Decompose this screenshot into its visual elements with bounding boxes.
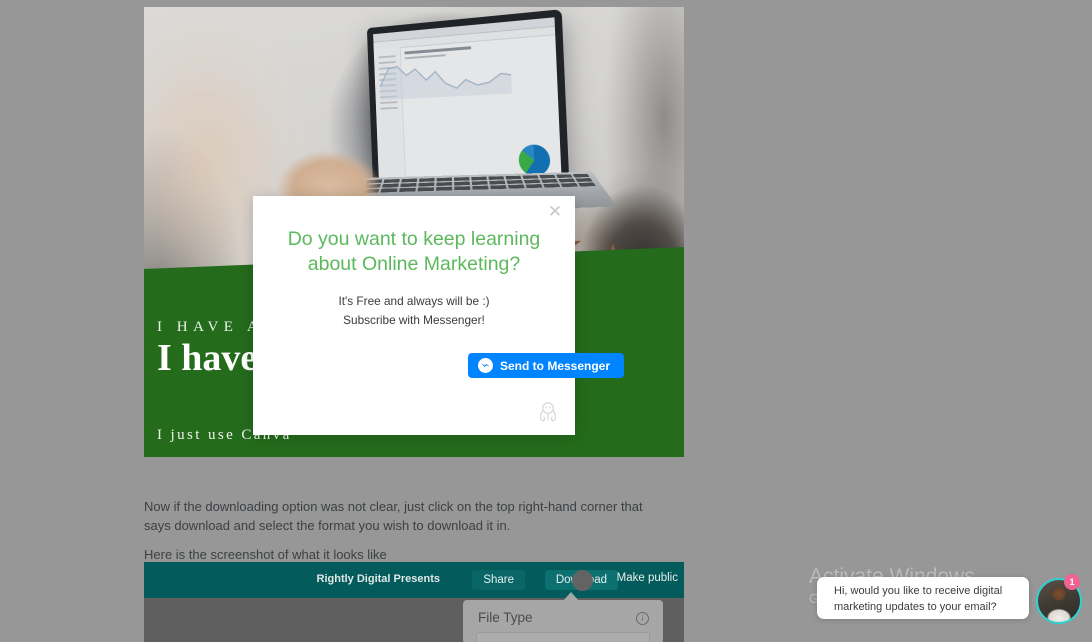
make-public-label: Make public xyxy=(616,572,678,584)
canva-editor-screenshot: Rightly Digital Presents Share Download … xyxy=(144,562,684,642)
modal-subtext-line-1: It's Free and always will be :) xyxy=(338,294,490,308)
close-icon[interactable]: ✕ xyxy=(545,202,565,222)
hero-eyebrow: I HAVE A xyxy=(157,319,264,335)
download-options-panel: File Type i xyxy=(463,600,663,642)
messenger-subscribe-modal: ✕ Do you want to keep learning about Onl… xyxy=(253,196,575,435)
modal-subtext-line-2: Subscribe with Messenger! xyxy=(343,313,485,327)
file-type-select[interactable] xyxy=(476,632,650,642)
info-icon[interactable]: i xyxy=(636,612,649,625)
chat-message-bubble[interactable]: Hi, would you like to receive digital ma… xyxy=(817,577,1029,619)
make-public-toggle[interactable] xyxy=(572,570,593,591)
unread-badge: 1 xyxy=(1064,574,1080,590)
editor-toolbar: Rightly Digital Presents Share Download … xyxy=(144,562,684,598)
article-paragraph: Now if the downloading option was not cl… xyxy=(144,499,643,533)
design-title: Rightly Digital Presents xyxy=(316,573,440,585)
modal-title: Do you want to keep learning about Onlin… xyxy=(287,228,541,275)
file-type-label: File Type xyxy=(478,610,533,625)
manychat-octopus-logo xyxy=(539,402,557,422)
share-button[interactable]: Share xyxy=(472,570,525,590)
chat-message-text: Hi, would you like to receive digital ma… xyxy=(834,585,1003,613)
